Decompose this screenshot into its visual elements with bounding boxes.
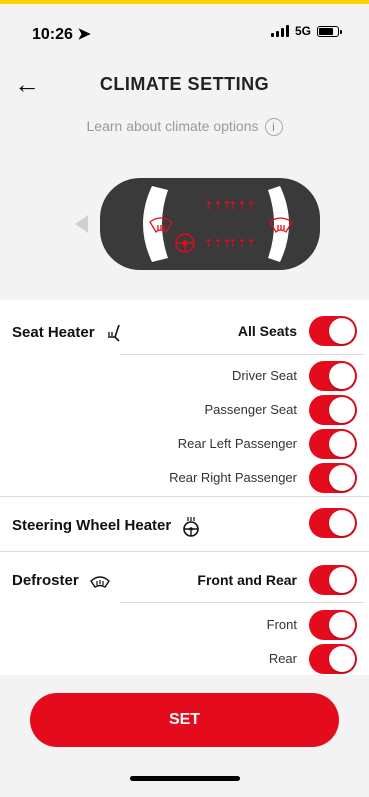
toggle-knob <box>329 510 355 536</box>
toggle-knob <box>329 363 355 389</box>
steering-heater-row: Steering Wheel Heater <box>0 505 369 541</box>
header: ← CLIMATE SETTING <box>0 64 369 108</box>
defroster-row: Defroster Front and Rear <box>0 562 369 598</box>
front-defrost-toggle[interactable] <box>309 610 357 640</box>
toggle-knob <box>329 646 355 672</box>
seat-heater-label: Seat Heater <box>12 323 125 343</box>
svg-text:⇡⇡⇡: ⇡⇡⇡ <box>228 199 256 212</box>
toggle-knob <box>329 567 355 593</box>
defroster-label-text: Defroster <box>12 572 79 589</box>
car-diagram: ⇡⇡⇡⇡⇡⇡ ⇡⇡⇡⇡⇡⇡ <box>75 178 320 270</box>
steering-heater-label-text: Steering Wheel Heater <box>12 516 172 534</box>
rear-right-toggle[interactable] <box>309 463 357 493</box>
learn-text: Learn about climate options <box>86 118 259 134</box>
passenger-seat-label: Passenger Seat <box>204 402 297 417</box>
front-defrost-label: Front <box>266 617 297 632</box>
steering-heater-label: Steering Wheel Heater <box>12 515 201 537</box>
rear-left-toggle[interactable] <box>309 429 357 459</box>
toggle-knob <box>329 465 355 491</box>
toggle-knob <box>329 431 355 457</box>
svg-text:⇡⇡⇡: ⇡⇡⇡ <box>228 237 256 250</box>
learn-link[interactable]: Learn about climate options i <box>0 118 369 137</box>
status-bar: 10:26 ➤ 5G <box>0 0 369 64</box>
all-seats-toggle[interactable] <box>309 316 357 346</box>
toggle-knob <box>329 397 355 423</box>
driver-seat-label: Driver Seat <box>231 368 297 383</box>
rear-defrost-toggle[interactable] <box>309 644 357 674</box>
front-direction-icon <box>75 215 88 233</box>
status-time: 10:26 ➤ <box>32 26 91 43</box>
divider <box>0 551 369 552</box>
passenger-seat-row: Passenger Seat <box>0 392 369 428</box>
signal-icon <box>270 25 289 37</box>
set-button[interactable]: SET <box>30 693 339 747</box>
driver-seat-row: Driver Seat <box>0 358 369 394</box>
battery-icon <box>317 25 342 37</box>
rear-left-label: Rear Left Passenger <box>177 436 297 451</box>
driver-seat-toggle[interactable] <box>309 361 357 391</box>
front-defrost-row: Front <box>0 607 369 643</box>
divider <box>120 354 364 355</box>
front-and-rear-toggle[interactable] <box>309 565 357 595</box>
defroster-label: Defroster <box>12 572 111 589</box>
passenger-seat-toggle[interactable] <box>309 395 357 425</box>
info-icon[interactable]: i <box>264 118 283 137</box>
seat-heater-icon <box>107 324 120 342</box>
toggle-knob <box>329 612 355 638</box>
rear-defrost-row: Rear <box>0 641 369 677</box>
app-screen: 10:26 ➤ 5G ← CLIMATE SETTING Learn about… <box>0 0 369 797</box>
divider <box>120 602 364 603</box>
seat-heater-row: Seat Heater All Seats <box>0 313 369 349</box>
divider <box>0 496 369 497</box>
toggle-knob <box>329 318 355 344</box>
home-indicator[interactable] <box>130 776 240 781</box>
settings-panel: Seat Heater All Seats Driver Seat Passen… <box>0 300 369 675</box>
defroster-icon <box>89 576 110 588</box>
rear-right-label: Rear Right Passenger <box>169 470 297 485</box>
all-seats-label: All Seats <box>237 323 297 339</box>
front-and-rear-label: Front and Rear <box>197 572 297 588</box>
seat-heater-label-text: Seat Heater <box>12 323 95 341</box>
steering-heater-toggle[interactable] <box>309 508 357 538</box>
rear-right-row: Rear Right Passenger <box>0 460 369 496</box>
rear-defrost-label: Rear <box>268 651 297 666</box>
network-label: 5G <box>294 24 311 38</box>
status-time-text: 10:26 <box>32 26 73 43</box>
steering-wheel-heat-icon <box>183 517 200 537</box>
status-right: 5G <box>270 24 342 38</box>
rear-left-row: Rear Left Passenger <box>0 426 369 462</box>
page-title: CLIMATE SETTING <box>99 74 270 94</box>
